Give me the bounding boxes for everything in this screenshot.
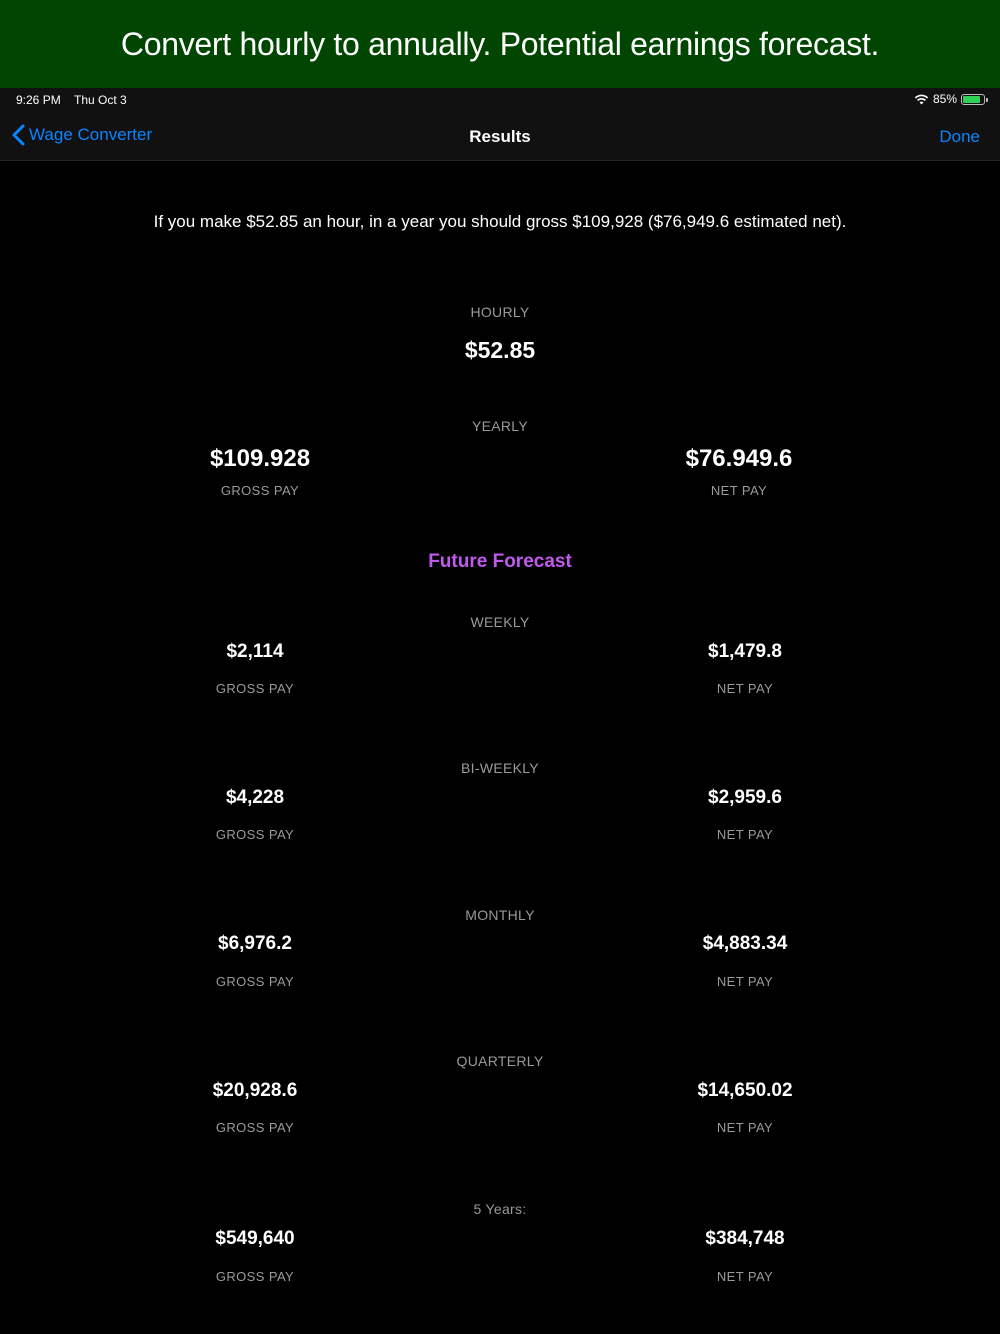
forecast-period-label: WEEKLY [470,614,530,630]
forecast-net-value: $4,883.34 [702,933,788,954]
forecast-period-label: BI-WEEKLY [461,760,539,776]
forecast-gross-value: $2,114 [226,641,284,662]
battery-icon [961,93,988,105]
yearly-gross-label: GROSS PAY [220,483,300,498]
forecast-period-label: QUARTERLY [456,1053,544,1069]
page-title: Results [469,127,531,146]
navigation-bar: Wage Converter Results Done [0,112,1000,161]
forecast-net-value: $14,650.02 [697,1080,793,1101]
battery-percent: 85% [932,92,957,106]
forecast-gross-value: $6,976.2 [218,933,292,954]
yearly-gross-value: $109.928 [209,445,311,472]
done-button[interactable]: Done [939,127,980,147]
forecast-gross-label: GROSS PAY [215,974,295,989]
forecast-period-label: 5 Years: [473,1201,527,1217]
forecast-gross-value: $4,228 [225,787,285,808]
forecast-gross-value: $20,928.6 [212,1080,298,1101]
hourly-value: $52.85 [464,337,536,363]
forecast-gross-label: GROSS PAY [215,681,295,696]
forecast-net-label: NET PAY [716,1269,774,1284]
forecast-net-value: $384,748 [705,1228,785,1249]
forecast-net-label: NET PAY [716,974,774,989]
forecast-net-value: $1,479.8 [708,641,782,662]
status-time: 9:26 PM [16,93,61,107]
status-indicators: 85% [914,92,988,106]
forecast-net-label: NET PAY [716,1120,774,1135]
summary-text: If you make $52.85 an hour, in a year yo… [153,212,847,231]
yearly-label: YEARLY [471,418,528,434]
wifi-icon [914,94,929,104]
hourly-label: HOURLY [470,304,530,320]
status-date: Thu Oct 3 [74,93,127,107]
forecast-period-label: MONTHLY [465,907,535,923]
yearly-net-label: NET PAY [710,483,768,498]
forecast-gross-value: $549,640 [215,1228,295,1249]
yearly-net-value: $76.949.6 [685,445,793,472]
forecast-gross-label: GROSS PAY [215,1120,295,1135]
forecast-net-label: NET PAY [716,681,774,696]
banner-text: Convert hourly to annually. Potential ea… [120,25,880,62]
forecast-net-label: NET PAY [716,827,774,842]
forecast-title: Future Forecast [428,551,572,572]
promo-banner: Convert hourly to annually. Potential ea… [0,0,1000,88]
status-bar: 9:26 PM Thu Oct 3 85% [0,88,1000,112]
forecast-gross-label: GROSS PAY [215,1269,295,1284]
forecast-net-value: $2,959.6 [708,787,782,808]
forecast-gross-label: GROSS PAY [215,827,295,842]
